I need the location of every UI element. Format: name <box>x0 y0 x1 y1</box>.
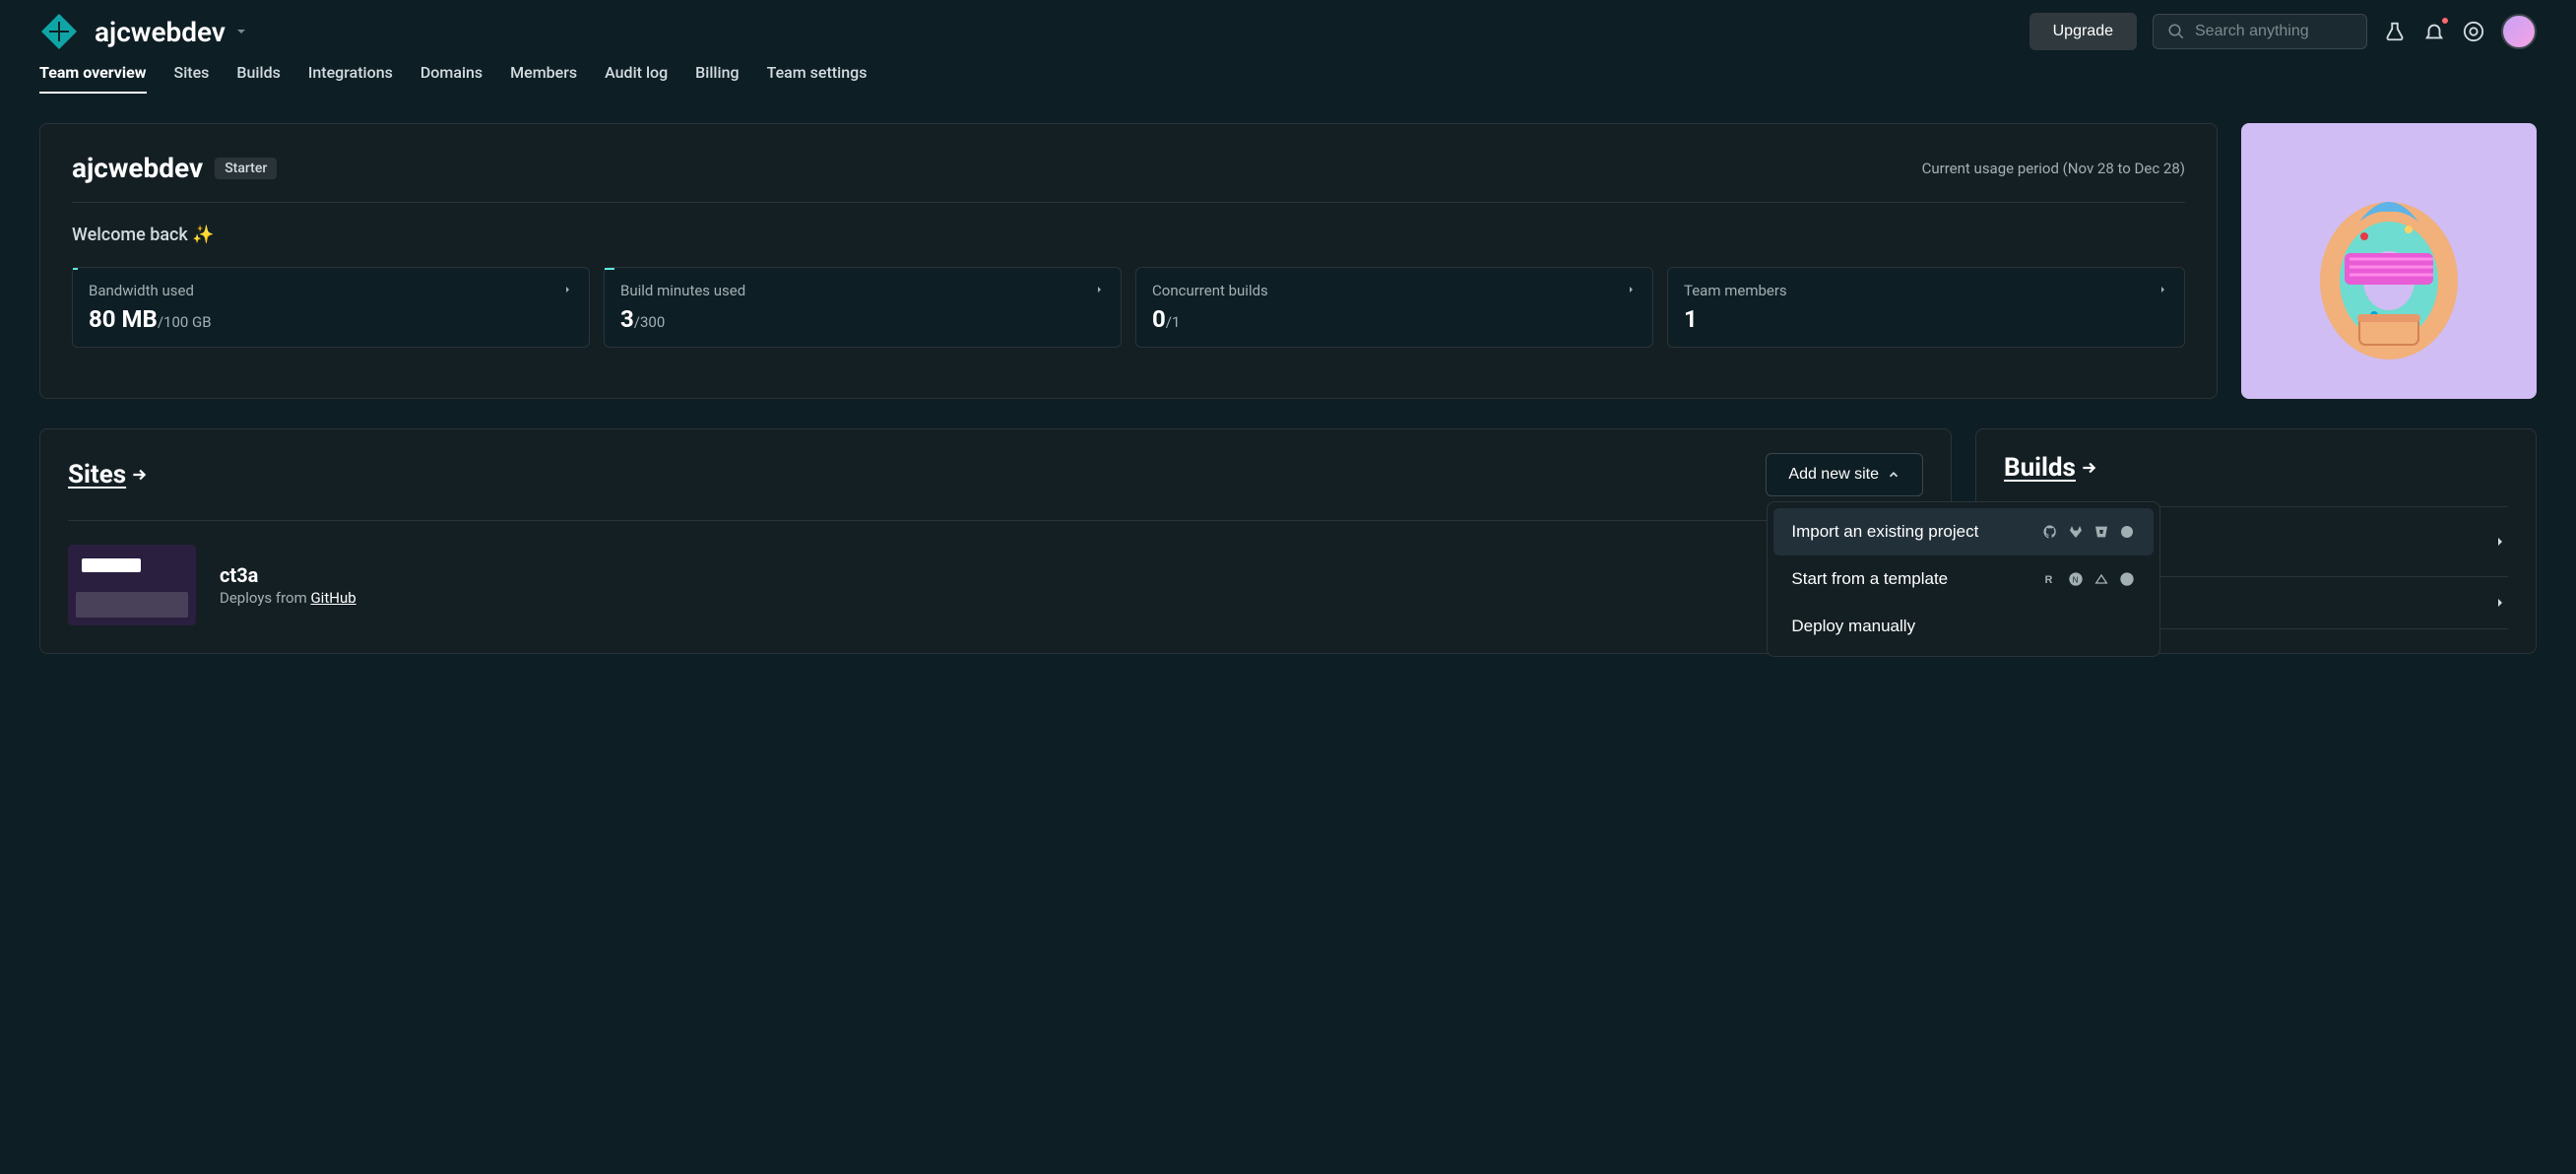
chevron-down-icon <box>233 24 249 39</box>
team-name: ajcwebdev <box>95 16 225 48</box>
stat-label: Concurrent builds <box>1152 282 1268 299</box>
arrow-right-icon <box>1621 282 1637 297</box>
github-icon <box>2041 523 2059 541</box>
site-deploys-from: Deploys from GitHub <box>220 589 356 607</box>
team-tabs: Team overview Sites Builds Integrations … <box>0 63 2576 94</box>
avatar[interactable] <box>2501 14 2537 49</box>
stat-bandwidth[interactable]: Bandwidth used 80 MB/100 GB <box>72 267 590 348</box>
tab-team-overview[interactable]: Team overview <box>39 63 147 94</box>
notifications-icon[interactable] <box>2422 20 2446 43</box>
plan-badge: Starter <box>215 158 277 179</box>
notification-dot <box>2440 16 2450 26</box>
stat-concurrent-builds[interactable]: Concurrent builds 0/1 <box>1135 267 1653 348</box>
site-thumbnail <box>68 545 196 625</box>
stat-team-members[interactable]: Team members 1 <box>1667 267 2185 348</box>
gitlab-icon <box>2067 523 2085 541</box>
help-icon[interactable] <box>2462 20 2485 43</box>
site-deploys-link[interactable]: GitHub <box>310 589 355 607</box>
team-selector[interactable]: ajcwebdev <box>95 16 249 48</box>
search-input-wrapper[interactable] <box>2153 14 2367 49</box>
tab-team-settings[interactable]: Team settings <box>767 63 868 94</box>
dropdown-start-template[interactable]: Start from a template R N <box>1773 555 2154 603</box>
arrow-right-icon <box>557 282 573 297</box>
tab-integrations[interactable]: Integrations <box>308 63 393 94</box>
sites-title-text: Sites <box>68 460 126 489</box>
dropdown-deploy-manually[interactable]: Deploy manually <box>1773 603 2154 650</box>
chevron-right-icon <box>2492 534 2508 550</box>
stat-label: Bandwidth used <box>89 282 194 299</box>
sites-title-link[interactable]: Sites <box>68 460 148 489</box>
azure-icon <box>2118 523 2136 541</box>
nextjs-icon: N <box>2067 570 2085 588</box>
arrow-right-icon <box>2153 282 2168 297</box>
remix-icon: R <box>2041 570 2059 588</box>
stat-of: /300 <box>634 313 665 331</box>
stat-label: Build minutes used <box>620 282 745 299</box>
usage-period: Current usage period (Nov 28 to Dec 28) <box>1922 160 2185 177</box>
labs-icon[interactable] <box>2383 20 2407 43</box>
stat-value: 3 <box>620 305 634 333</box>
svg-text:N: N <box>2073 575 2079 584</box>
team-title: ajcwebdev <box>72 152 203 184</box>
netlify-logo-icon[interactable] <box>39 12 79 51</box>
tab-audit-log[interactable]: Audit log <box>605 63 668 94</box>
tab-billing[interactable]: Billing <box>695 63 739 94</box>
dropdown-item-label: Import an existing project <box>1791 522 1978 542</box>
chevron-right-icon <box>2492 595 2508 611</box>
site-list-item[interactable]: ct3a Deploys from GitHub <box>68 520 1923 625</box>
nuxt-icon <box>2093 570 2110 588</box>
upgrade-button[interactable]: Upgrade <box>2029 13 2137 50</box>
stat-build-minutes[interactable]: Build minutes used 3/300 <box>604 267 1122 348</box>
add-site-label: Add new site <box>1788 466 1879 484</box>
team-avatar-image <box>2241 123 2537 399</box>
dropdown-item-label: Deploy manually <box>1791 617 1915 636</box>
arrow-right-icon <box>2080 459 2097 477</box>
search-icon <box>2167 23 2185 40</box>
search-input[interactable] <box>2195 23 2352 40</box>
stat-value: 1 <box>1684 305 1698 333</box>
svg-text:R: R <box>2045 574 2053 586</box>
add-new-site-button[interactable]: Add new site Import an existing project <box>1766 453 1923 496</box>
tab-members[interactable]: Members <box>510 63 577 94</box>
stat-of: /100 GB <box>158 313 212 331</box>
bitbucket-icon <box>2093 523 2110 541</box>
stat-of: /1 <box>1166 313 1181 331</box>
sites-panel: Sites Add new site Import an existing pr… <box>39 428 1952 654</box>
tab-builds[interactable]: Builds <box>236 63 280 94</box>
gatsby-icon <box>2118 570 2136 588</box>
dropdown-import-existing[interactable]: Import an existing project <box>1773 508 2154 555</box>
tab-sites[interactable]: Sites <box>174 63 210 94</box>
builds-title-link[interactable]: Builds <box>2004 453 2097 483</box>
tab-domains[interactable]: Domains <box>420 63 483 94</box>
builds-title-text: Builds <box>2004 453 2076 483</box>
arrow-right-icon <box>130 466 148 484</box>
dropdown-item-label: Start from a template <box>1791 569 1948 589</box>
stat-label: Team members <box>1684 282 1787 299</box>
arrow-right-icon <box>1089 282 1105 297</box>
site-name: ct3a <box>220 563 356 587</box>
add-site-dropdown: Import an existing project Start from a … <box>1767 501 2160 657</box>
stat-value: 80 MB <box>89 305 158 333</box>
team-overview-card: ajcwebdev Starter Current usage period (… <box>39 123 2218 399</box>
stat-value: 0 <box>1152 305 1166 333</box>
chevron-up-icon <box>1887 468 1900 482</box>
welcome-message: Welcome back ✨ <box>72 225 2185 245</box>
